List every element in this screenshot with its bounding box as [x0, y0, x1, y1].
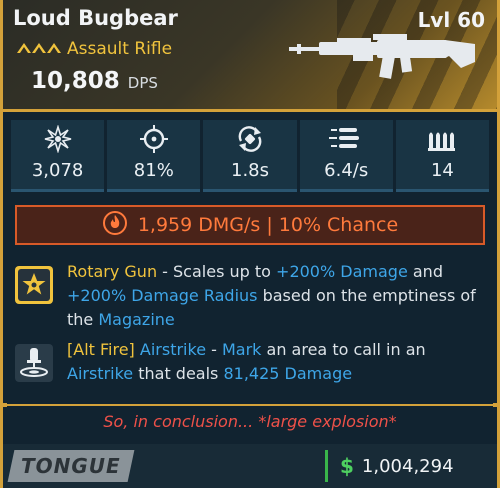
dps-unit: DPS — [127, 74, 158, 92]
stat-reload: 1.8s — [203, 120, 297, 192]
dps-value: 10,808 — [31, 68, 120, 94]
currency-icon: $ — [340, 454, 354, 478]
rarity-chevrons-icon — [17, 40, 61, 59]
manufacturer-name: TONGUE — [21, 454, 121, 478]
crosshair-icon — [139, 124, 169, 154]
stat-accuracy-value: 81% — [133, 160, 174, 181]
stat-accuracy: 81% — [107, 120, 201, 192]
weapon-type: Assault Rifle — [67, 39, 173, 59]
item-card: Loud Bugbear Lvl 60 Assault Rifle 10,808… — [0, 0, 500, 488]
fire-rate-icon — [329, 124, 363, 154]
stat-magazine: 14 — [395, 120, 490, 192]
elemental-effect: 1,959 DMG/s | 10% Chance — [15, 205, 485, 245]
elemental-text: 1,959 DMG/s | 10% Chance — [137, 214, 399, 236]
fire-icon — [102, 210, 128, 240]
airstrike-icon — [13, 342, 55, 384]
ammo-icon — [427, 124, 457, 154]
manufacturer-logo: TONGUE — [7, 450, 135, 482]
stat-damage-value: 3,078 — [31, 160, 84, 181]
stat-damage: 3,078 — [11, 120, 105, 192]
stats-row: 3,078 81% 1.8s 6.4/s 14 — [11, 120, 490, 192]
item-footer: TONGUE $ 1,004,294 — [3, 444, 497, 488]
star-badge-icon — [13, 264, 55, 306]
assault-rifle-icon — [289, 30, 479, 92]
perk-rotary-gun: Rotary Gun - Scales up to +200% Damage a… — [13, 260, 483, 332]
reload-icon — [235, 124, 265, 154]
rarity-row: Assault Rifle — [17, 39, 172, 59]
item-level: Lvl 60 — [417, 8, 485, 32]
perk-description: [Alt Fire] Airstrike - Mark an area to c… — [67, 340, 426, 383]
item-name: Loud Bugbear — [13, 6, 178, 30]
burst-icon — [44, 124, 72, 154]
stat-fire-rate-value: 6.4/s — [324, 160, 369, 181]
perk-description: Rotary Gun - Scales up to +200% Damage a… — [67, 262, 476, 329]
stat-fire-rate: 6.4/s — [299, 120, 393, 192]
stat-magazine-value: 14 — [430, 160, 454, 181]
item-price: $ 1,004,294 — [325, 450, 473, 482]
dps-row: 10,808 DPS — [31, 68, 158, 94]
stat-reload-value: 1.8s — [231, 160, 270, 181]
price-value: 1,004,294 — [361, 455, 454, 477]
divider — [3, 403, 497, 407]
flavor-text: So, in conclusion... *large explosion* — [103, 412, 397, 431]
perk-airstrike: [Alt Fire] Airstrike - Mark an area to c… — [13, 338, 483, 386]
item-header: Loud Bugbear Lvl 60 Assault Rifle 10,808… — [3, 0, 497, 112]
